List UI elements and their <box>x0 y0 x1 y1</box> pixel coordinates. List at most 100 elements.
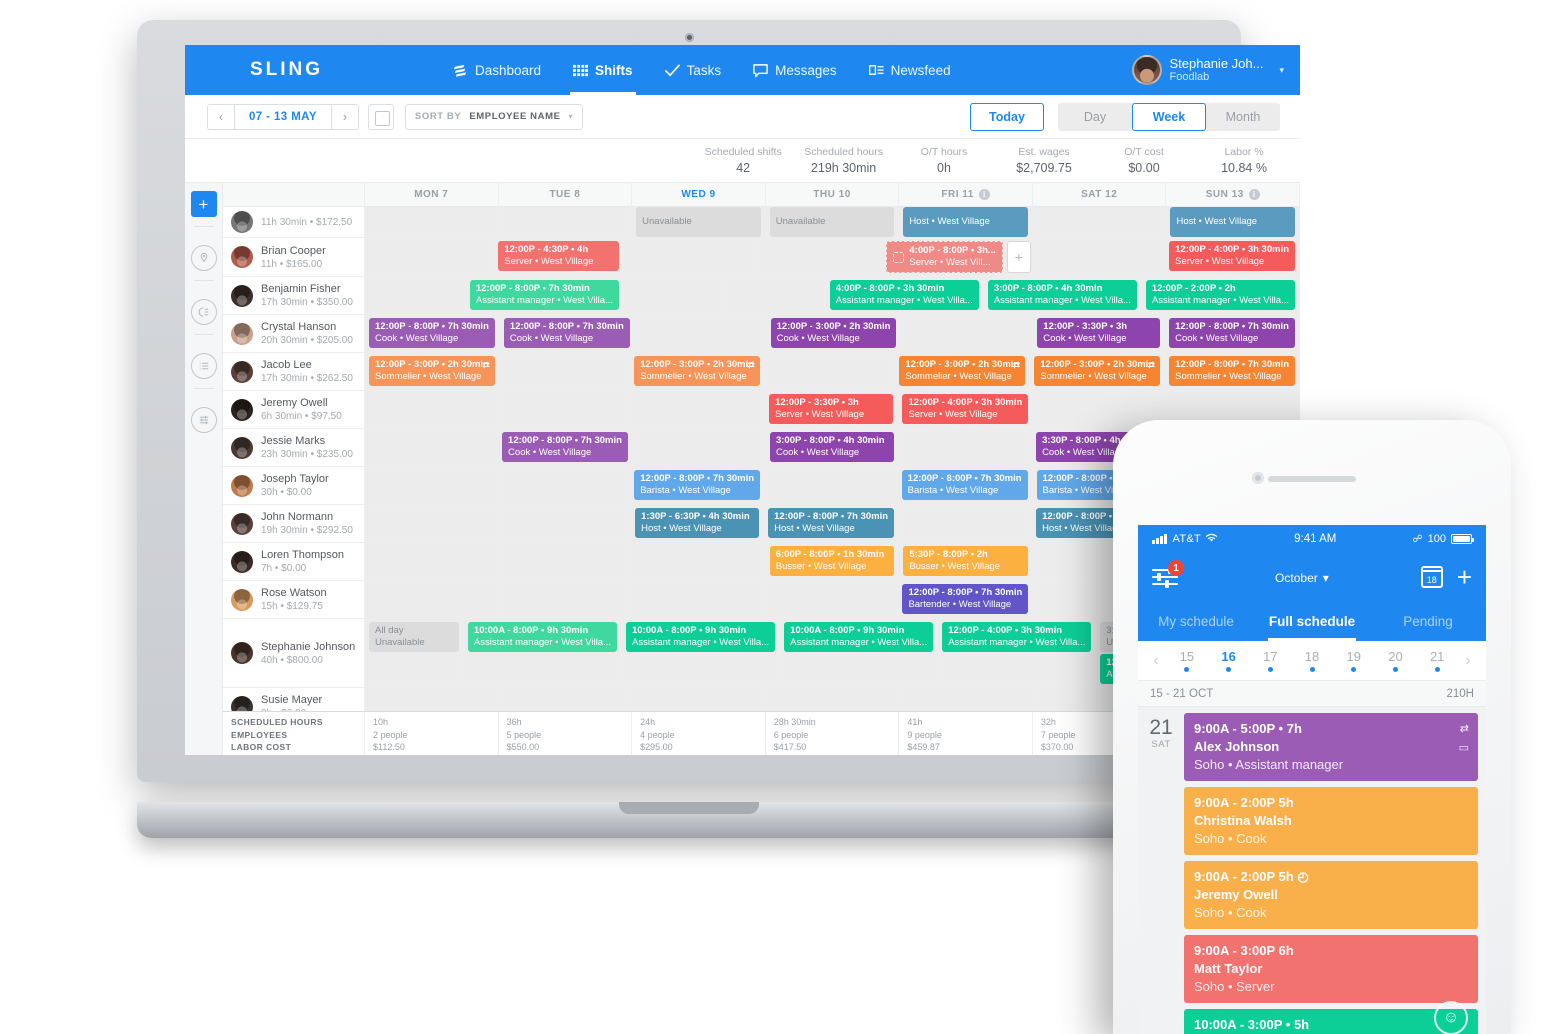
employee-cell[interactable]: 11h 30min • $172.50 <box>223 207 365 237</box>
employee-cell[interactable]: Jacob Lee 17h 30min • $262.50 <box>223 353 365 390</box>
schedule-cell-4[interactable] <box>901 315 1034 352</box>
sort-by-dropdown[interactable]: SORT BY EMPLOYEE NAME ▾ <box>404 103 583 130</box>
phone-day-2[interactable]: 17 <box>1249 649 1291 672</box>
schedule-cell-0[interactable] <box>365 581 499 618</box>
schedule-cell-2[interactable] <box>634 315 767 352</box>
swap-icon[interactable]: ⇄ <box>1460 722 1469 735</box>
schedule-cell-4[interactable]: 4:00P - 8:00P • 3h... Server • West Vill.… <box>882 238 1036 276</box>
schedule-cell-6[interactable]: Host • West Village <box>1166 207 1300 237</box>
nav-newsfeed[interactable]: Newsfeed <box>866 45 954 95</box>
chevron-down-icon[interactable]: ▾ <box>1279 65 1284 76</box>
day-header-6[interactable]: SUN 13 i <box>1166 183 1300 206</box>
schedule-cell-2[interactable] <box>631 391 766 428</box>
shift-chip[interactable]: 3:00P - 8:00P • 4h 30min Cook • West Vill… <box>769 432 895 462</box>
phone-day-1[interactable]: 16 <box>1208 649 1250 672</box>
schedule-cell-2[interactable]: 12:00P - 3:00P • 2h 30min Sommelier • Wes… <box>630 353 766 390</box>
shift-chip[interactable]: All day Unavailable <box>369 622 459 652</box>
shift-card[interactable]: 9:00A - 5:00P • 7h Alex Johnson Soho • Ass… <box>1184 713 1478 781</box>
schedule-cell-6[interactable]: 12:00P - 8:00P • 7h 30minCook • West Vil… <box>1165 315 1300 352</box>
schedule-cell-1[interactable]: 12:00P - 4:30P • 4h Server • West Village <box>494 238 624 276</box>
schedule-cell-3[interactable] <box>765 688 900 711</box>
shift-chip[interactable]: 1:30P - 6:30P • 4h 30min Host • West Vill… <box>635 508 760 538</box>
schedule-cell-5[interactable]: 12:00P - 3:00P • 2h 30min Sommelier • Wes… <box>1030 353 1166 390</box>
shift-chip[interactable]: 12:00P - 8:00P • 7h 30min Host • West Vil… <box>768 508 895 538</box>
month-selector[interactable]: October ▾ <box>1178 566 1421 588</box>
schedule-cell-0[interactable] <box>365 238 495 276</box>
schedule-cell-1[interactable] <box>498 505 632 542</box>
schedule-cell-1[interactable] <box>497 467 631 504</box>
schedule-cell-4[interactable]: 12:00P - 4:00P • 3h 30min Server • West V… <box>898 391 1034 428</box>
employee-cell[interactable]: Loren Thompson 7h • $0.00 <box>223 543 365 580</box>
schedule-cell-3[interactable]: 10:00A - 8:00P • 9h 30min Assistant manag… <box>780 619 939 687</box>
schedule-cell-4[interactable]: Host • West Village <box>899 207 1033 237</box>
schedule-cell-5[interactable] <box>1032 207 1167 237</box>
schedule-cell-2[interactable] <box>623 277 725 314</box>
shift-chip[interactable]: 12:00P - 4:30P • 4h Server • West Village <box>498 241 619 271</box>
schedule-cell-3[interactable] <box>724 277 826 314</box>
schedule-cell-3[interactable] <box>765 467 898 504</box>
schedule-cell-6[interactable]: 12:00P - 4:00P • 3h 30min Server • West V… <box>1165 238 1300 276</box>
shift-chip[interactable]: 10:00A - 8:00P • 9h 30min Assistant manag… <box>784 622 934 652</box>
info-icon[interactable]: i <box>1248 189 1260 200</box>
schedule-cell-3[interactable] <box>753 238 883 276</box>
day-header-0[interactable]: MON 7 <box>365 183 499 206</box>
schedule-cell-4[interactable] <box>899 688 1033 711</box>
schedule-cell-2[interactable]: 1:30P - 6:30P • 4h 30min Host • West Vill… <box>631 505 765 542</box>
schedule-cell-1[interactable]: 12:00P - 8:00P • 7h 30min Cook • West Vil… <box>499 315 635 352</box>
schedule-cell-0[interactable]: All day Unavailable <box>365 619 464 687</box>
shift-chip[interactable]: 12:00P - 8:00P • 7h 30minCook • West Vil… <box>369 318 495 348</box>
schedule-cell-4[interactable]: 4:00P - 8:00P • 3h 30min Assistant manage… <box>825 277 984 314</box>
schedule-cell-3[interactable]: 12:00P - 3:30P • 3h Server • West Village <box>765 391 899 428</box>
schedule-cell-3[interactable]: Unavailable <box>765 207 900 237</box>
employee-cell[interactable]: Joseph Taylor 30h • $0.00 <box>223 467 365 504</box>
schedule-cell-6[interactable]: 12:00P - 8:00P • 7h 30min Sommelier • Wes… <box>1165 353 1300 390</box>
schedule-cell-0[interactable] <box>365 505 499 542</box>
swap-icon[interactable]: ⇄ <box>748 360 756 371</box>
phone-day-5[interactable]: 20 <box>1375 649 1417 672</box>
schedule-cell-3[interactable]: 12:00P - 3:00P • 2h 30min Cook • West Vil… <box>766 315 902 352</box>
prev-week-button[interactable]: ‹ <box>1146 652 1166 669</box>
phone-tab-2[interactable]: Pending <box>1370 601 1486 641</box>
shift-chip[interactable]: 12:00P - 8:00P • 7h 30minCook • West Vil… <box>503 318 630 348</box>
shift-chip[interactable]: Host • West Village <box>903 207 1028 237</box>
list-icon[interactable] <box>190 353 217 379</box>
schedule-cell-5[interactable] <box>1035 238 1166 276</box>
shift-card[interactable]: 9:00A - 2:00P 5h ◴ Jeremy Owell Soho • Coo… <box>1184 861 1478 929</box>
employee-cell[interactable]: Jessie Marks 23h 30min • $235.00 <box>223 429 365 466</box>
settings-sliders-icon[interactable] <box>190 407 217 433</box>
schedule-cell-2[interactable]: 10:00A - 8:00P • 9h 30min Assistant manag… <box>622 619 781 687</box>
phone-day-4[interactable]: 19 <box>1333 649 1375 672</box>
schedule-cell-1[interactable] <box>499 353 631 390</box>
shift-chip[interactable]: 12:00P - 8:00P • 7h 30min Bartender • Wes… <box>902 584 1029 614</box>
shift-chip[interactable]: 12:00P - 3:00P • 2h 30min Sommelier • Wes… <box>369 356 495 386</box>
day-header-4[interactable]: FRI 11 i <box>899 183 1033 206</box>
schedule-cell-1[interactable] <box>498 543 633 580</box>
schedule-cell-2[interactable]: 12:00P - 8:00P • 7h 30min Barista • West … <box>630 467 766 504</box>
employee-cell[interactable]: Jeremy Owell 6h 30min • $97.50 <box>223 391 365 428</box>
add-shift-button[interactable]: + <box>1006 241 1031 273</box>
schedule-cell-1[interactable] <box>498 207 633 237</box>
nav-shifts[interactable]: Shifts <box>570 45 636 95</box>
schedule-cell-0[interactable] <box>365 429 499 466</box>
shift-chip[interactable]: 12:00P - 2:00P • 2h Assistant manager • W… <box>1145 280 1295 310</box>
shift-card[interactable]: 9:00A - 3:00P 6h Matt Taylor Soho • Server <box>1184 935 1478 1003</box>
day-header-5[interactable]: SAT 12 <box>1033 183 1167 206</box>
shift-chip[interactable]: 12:00P - 8:00P • 7h 30minCook • West Vil… <box>502 432 628 462</box>
shift-chip[interactable]: 12:00P - 4:00P • 3h 30min Server • West V… <box>1169 241 1296 271</box>
employee-cell[interactable]: Crystal Hanson 20h 30min • $205.00 <box>223 315 365 352</box>
schedule-cell-1[interactable]: 12:00P - 8:00P • 7h 30min Assistant manag… <box>465 277 624 314</box>
schedule-cell-3[interactable]: 6:00P - 8:00P • 1h 30min Busser • West Vi… <box>765 543 900 580</box>
shift-chip[interactable]: 12:00P - 8:00P • 7h 30min Assistant manag… <box>469 280 619 310</box>
schedule-cell-4[interactable]: 12:00P - 3:00P • 2h 30min Sommelier • Wes… <box>895 353 1031 390</box>
schedule-cell-5[interactable]: 3:00P - 8:00P • 4h 30min Assistant manage… <box>983 277 1142 314</box>
schedule-cell-0[interactable] <box>365 688 499 711</box>
next-week-button[interactable]: › <box>1458 652 1478 669</box>
employee-cell[interactable]: Brian Cooper 11h • $165.00 <box>223 238 365 276</box>
phone-day-6[interactable]: 21 <box>1416 649 1458 672</box>
shift-checkbox[interactable] <box>893 251 905 263</box>
comment-icon[interactable]: ▭ <box>1459 741 1469 754</box>
schedule-cell-4[interactable]: 12:00P - 4:00P • 3h 30min Assistant manag… <box>938 619 1097 687</box>
shift-chip[interactable]: 12:00P - 3:30P • 3h Cook • West Village <box>1037 318 1161 348</box>
employee-cell[interactable]: Rose Watson 15h • $129.75 <box>223 581 365 618</box>
schedule-cell-4[interactable] <box>899 429 1033 466</box>
